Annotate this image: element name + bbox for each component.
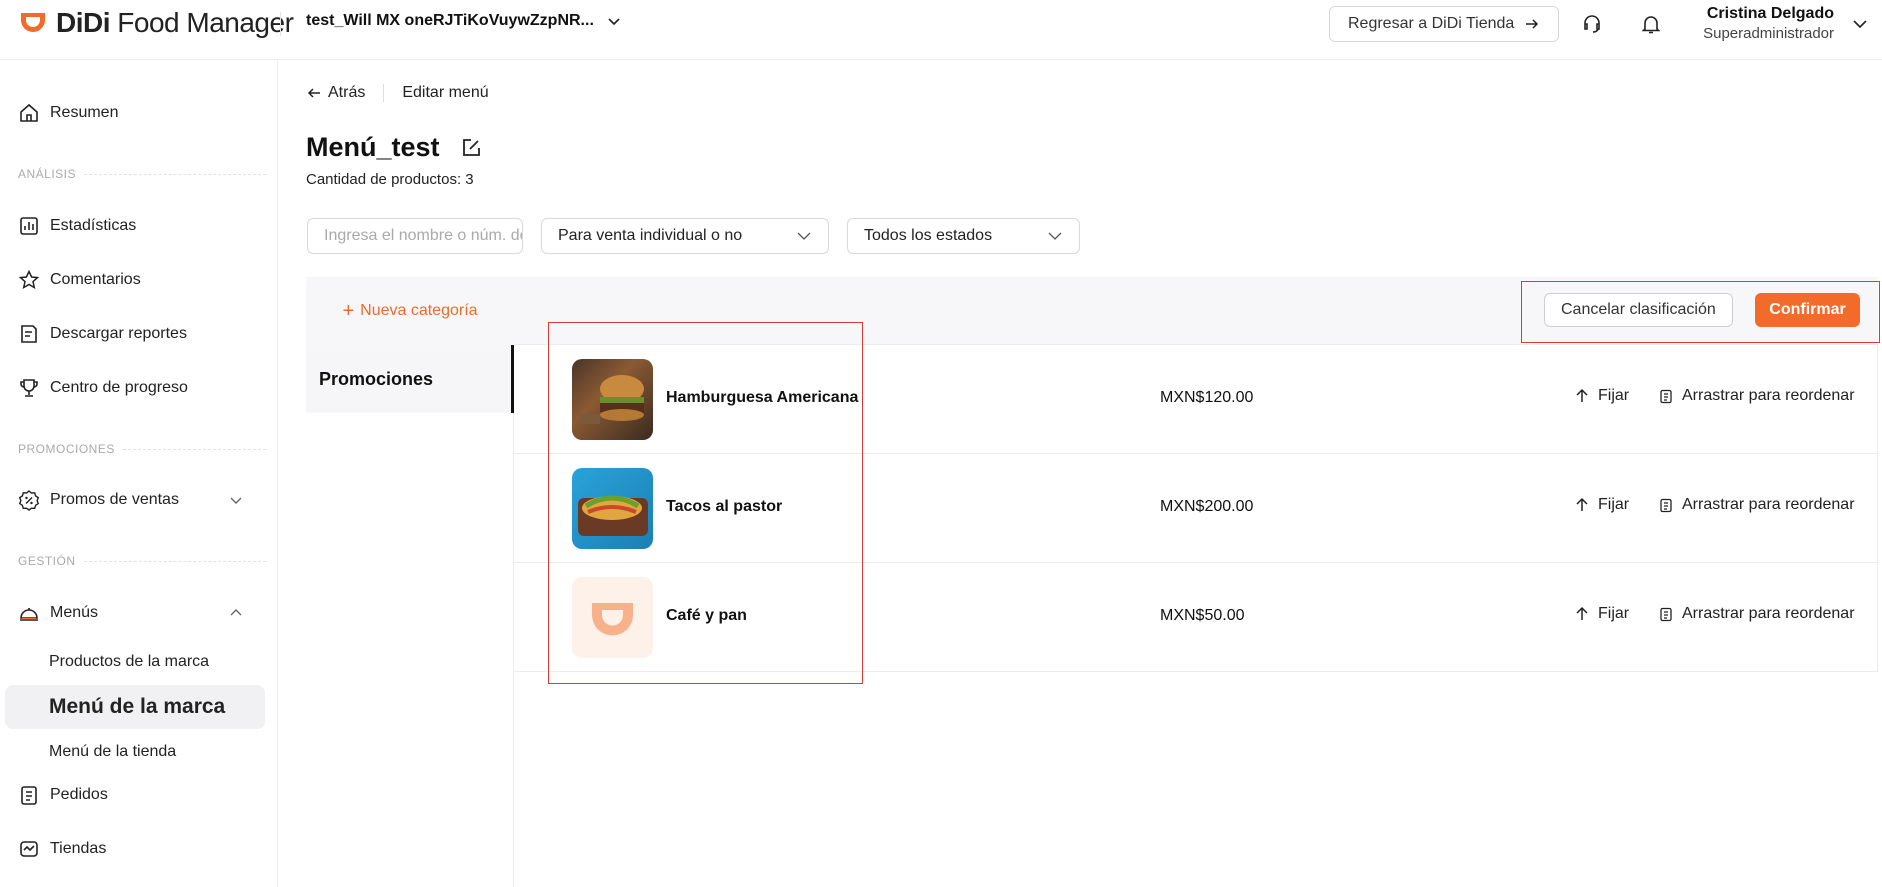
orders-icon: [21, 786, 37, 805]
status-select[interactable]: Todos los estados: [847, 218, 1080, 254]
chart-icon: [20, 217, 38, 235]
sidebar: [0, 60, 278, 887]
sidebar-item-label: Descargar reportes: [50, 325, 187, 342]
user-name: Cristina Delgado: [1706, 5, 1834, 22]
sidebar-subitem-menu-tienda[interactable]: Menú de la tienda: [49, 743, 176, 761]
back-to-store-label: Regresar a DiDi Tienda: [1348, 15, 1515, 32]
clipboard-icon: [1660, 389, 1672, 404]
pin-button[interactable]: Fijar: [1574, 387, 1629, 405]
chevron-down-icon: [1048, 232, 1062, 240]
sidebar-item-tiendas[interactable]: Tiendas: [18, 838, 106, 860]
category-item[interactable]: Promociones: [306, 345, 514, 413]
sidebar-item-label: Resumen: [50, 104, 119, 121]
drag-handle[interactable]: Arrastrar para reordenar: [1658, 387, 1855, 405]
edit-icon[interactable]: [460, 137, 482, 159]
sidebar-subitem-productos-marca[interactable]: Productos de la marca: [49, 653, 209, 671]
pin-button[interactable]: Fijar: [1574, 496, 1629, 514]
breadcrumb: Atrás Editar menú: [306, 84, 489, 102]
clipboard-icon: [1660, 498, 1672, 513]
new-category-button[interactable]: + Nueva categoría: [306, 277, 514, 345]
sidebar-item-resumen[interactable]: Resumen: [18, 102, 118, 124]
sidebar-item-pedidos[interactable]: Pedidos: [18, 784, 108, 806]
sidebar-item-label: Comentarios: [50, 271, 141, 288]
sidebar-item-label: Promos de ventas: [50, 491, 179, 508]
breadcrumb-current: Editar menú: [402, 84, 489, 101]
section-promociones: PROMOCIONES: [18, 442, 266, 456]
chevron-down-icon[interactable]: [228, 492, 244, 508]
header-divider: [280, 12, 281, 36]
search-input[interactable]: Ingresa el nombre o núm. de producto: [307, 218, 523, 254]
product-price: MXN$120.00: [1160, 389, 1254, 406]
highlight-box: [1521, 281, 1880, 343]
pin-label: Fijar: [1598, 387, 1630, 404]
chevron-down-icon: [608, 18, 620, 26]
sidebar-item-centro-progreso[interactable]: Centro de progreso: [18, 377, 188, 399]
sale-type-select[interactable]: Para venta individual o no: [541, 218, 829, 254]
didi-logo[interactable]: DiDi Food Manager: [18, 7, 294, 38]
top-bar: DiDi Food Manager test_Will MX oneRJTiKo…: [0, 0, 1882, 60]
section-analisis: ANÁLISIS: [18, 167, 266, 181]
drag-label: Arrastrar para reordenar: [1682, 387, 1855, 404]
drag-label: Arrastrar para reordenar: [1682, 605, 1855, 622]
chevron-up-icon[interactable]: [228, 605, 244, 621]
store-icon: [20, 841, 38, 857]
arrow-up-icon: [1576, 497, 1588, 511]
back-label: Atrás: [328, 84, 366, 101]
plus-icon: +: [342, 299, 355, 322]
new-category-label: Nueva categoría: [360, 302, 478, 319]
drag-handle[interactable]: Arrastrar para reordenar: [1658, 496, 1855, 514]
breadcrumb-separator: [383, 84, 385, 102]
report-icon: [21, 325, 37, 343]
sidebar-item-label: Estadísticas: [50, 217, 137, 234]
sidebar-item-promos-ventas[interactable]: Promos de ventas: [18, 489, 179, 511]
drag-handle[interactable]: Arrastrar para reordenar: [1658, 605, 1855, 623]
chevron-down-icon: [797, 232, 811, 240]
pin-label: Fijar: [1598, 496, 1630, 513]
sidebar-item-label: Menús: [50, 604, 99, 621]
arrow-up-icon: [1576, 606, 1588, 620]
account-name: test_Will MX oneRJTiKoVuywZzpNR...: [306, 12, 594, 29]
pin-label: Fijar: [1598, 605, 1630, 622]
home-icon: [20, 103, 38, 122]
back-link[interactable]: Atrás: [306, 84, 365, 102]
status-value: Todos los estados: [864, 227, 993, 244]
pin-button[interactable]: Fijar: [1574, 605, 1629, 623]
section-gestion: GESTIÓN: [18, 554, 266, 568]
product-price: MXN$50.00: [1160, 607, 1245, 624]
arrow-right-icon: [1526, 19, 1539, 29]
user-info[interactable]: Cristina Delgado Superadministrador: [1680, 4, 1834, 44]
bell-icon[interactable]: [1639, 12, 1663, 36]
arrow-up-icon: [1576, 388, 1588, 402]
discount-icon: [18, 490, 40, 511]
sidebar-item-label: Pedidos: [50, 786, 108, 803]
product-count: Cantidad de productos: 3: [306, 171, 474, 188]
back-to-store-button[interactable]: Regresar a DiDi Tienda: [1329, 6, 1560, 42]
didi-logo-icon: [21, 13, 45, 32]
sidebar-item-comentarios[interactable]: Comentarios: [18, 269, 141, 291]
sidebar-item-label: Tiendas: [50, 840, 107, 857]
product-price: MXN$200.00: [1160, 498, 1254, 515]
sidebar-item-estadisticas[interactable]: Estadísticas: [18, 215, 136, 237]
app-name: DiDi Food Manager: [56, 7, 294, 38]
cloche-icon: [20, 608, 38, 621]
star-icon: [18, 269, 40, 289]
sale-type-value: Para venta individual o no: [558, 227, 743, 244]
drag-label: Arrastrar para reordenar: [1682, 496, 1855, 513]
arrow-left-icon: [307, 88, 320, 98]
chevron-down-icon[interactable]: [1852, 16, 1868, 32]
clipboard-icon: [1660, 607, 1672, 622]
sidebar-item-menus[interactable]: Menús: [18, 602, 98, 624]
user-role: Superadministrador: [1703, 25, 1834, 42]
page-title-row: Menú_test: [306, 132, 482, 163]
sidebar-item-descargar-reportes[interactable]: Descargar reportes: [18, 323, 187, 345]
headset-icon[interactable]: [1580, 12, 1604, 36]
account-selector[interactable]: test_Will MX oneRJTiKoVuywZzpNR...: [306, 12, 622, 30]
sidebar-item-label: Centro de progreso: [50, 379, 188, 396]
sidebar-subitem-menu-marca[interactable]: Menú de la marca: [5, 685, 265, 729]
highlight-box: [548, 322, 863, 684]
page-title: Menú_test: [306, 132, 440, 162]
trophy-icon: [20, 379, 38, 397]
